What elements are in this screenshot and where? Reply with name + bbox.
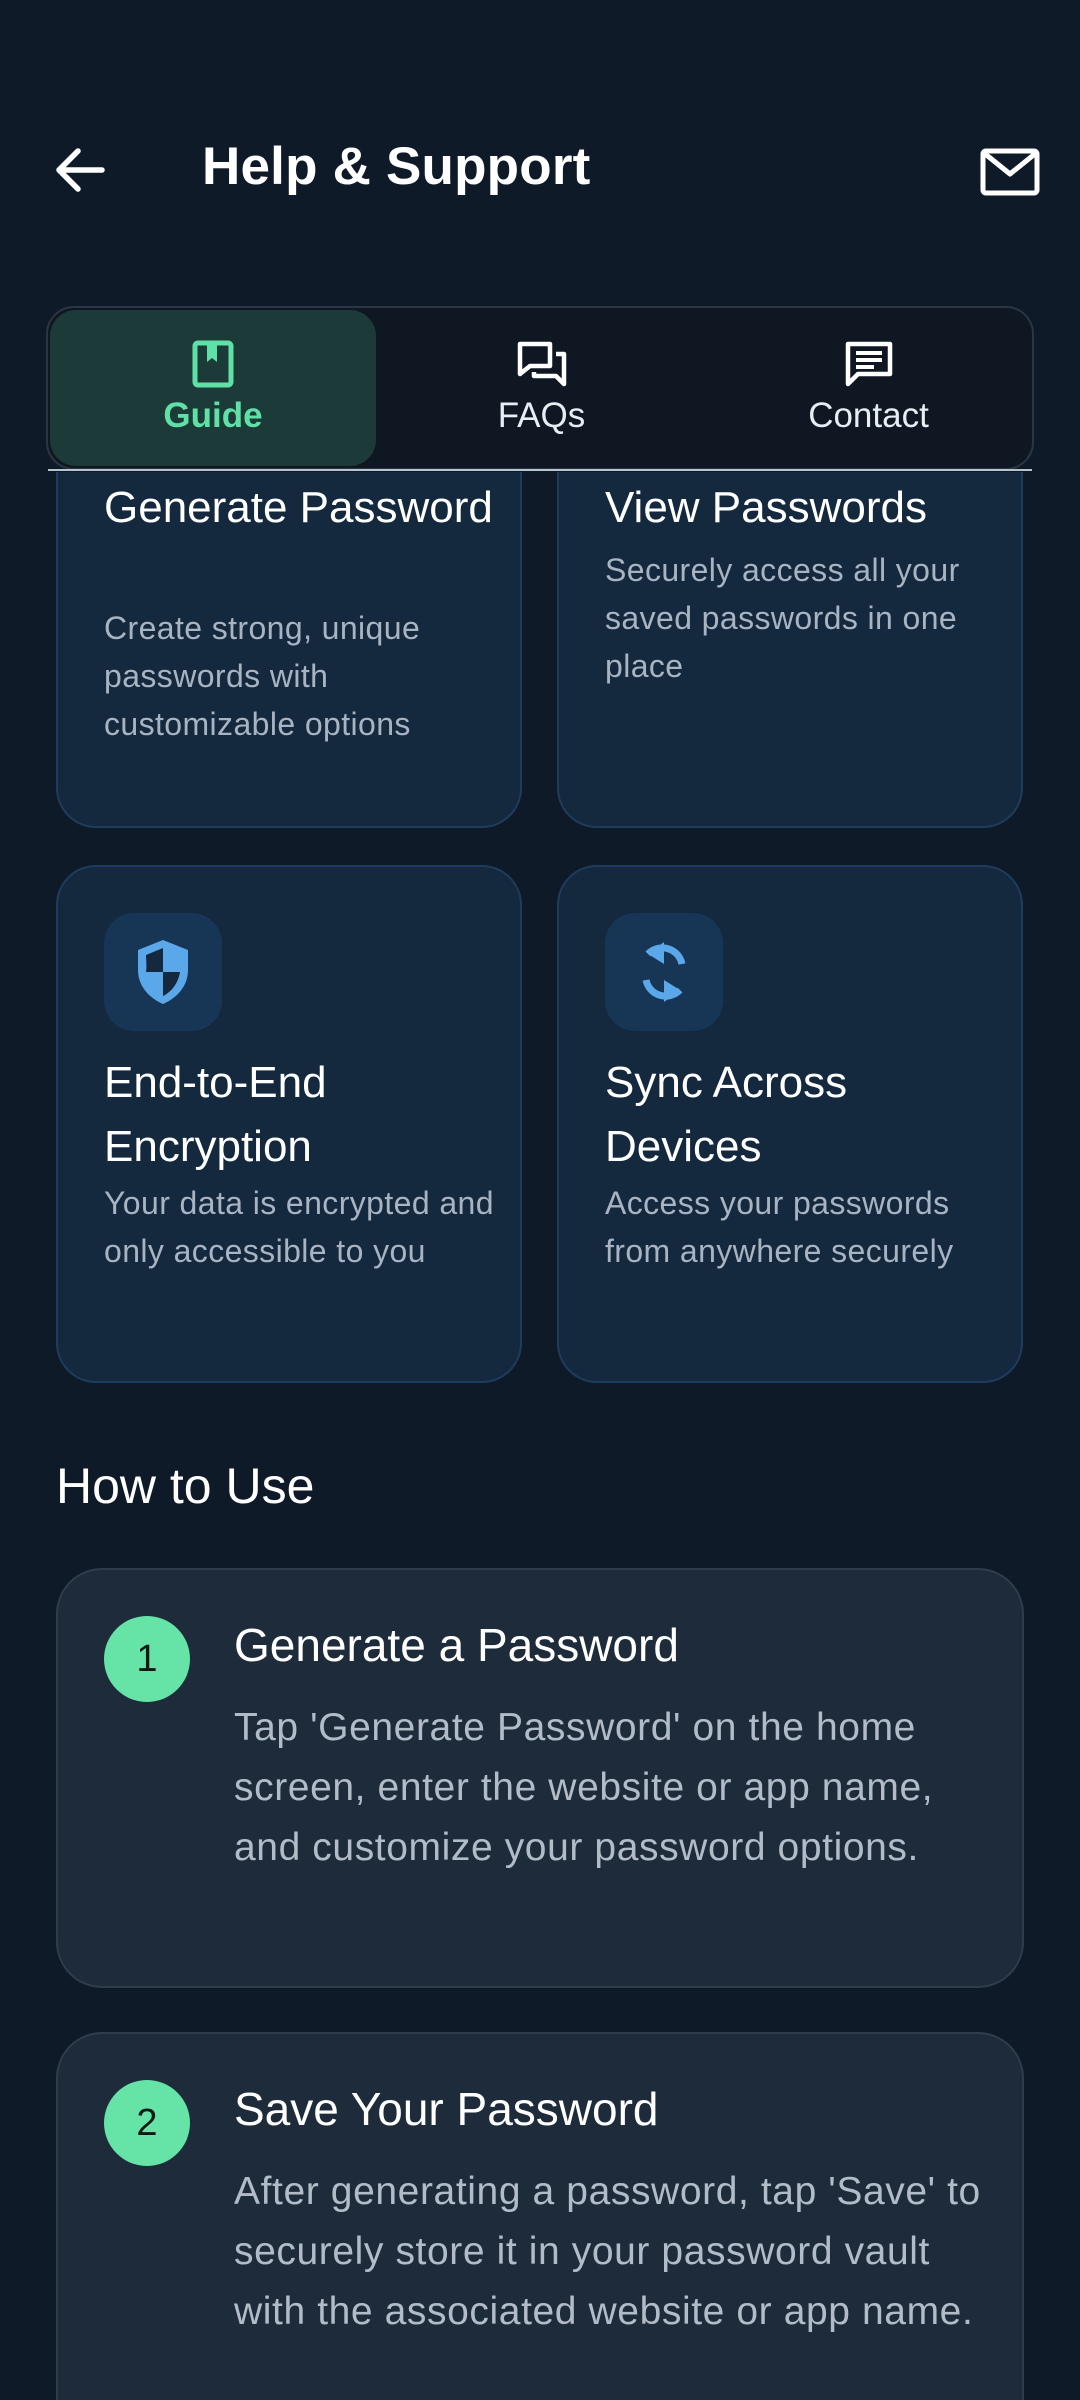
page-title: Help & Support <box>202 137 591 196</box>
step-card: 2 Save Your Password After generating a … <box>56 2032 1024 2400</box>
tab-contact[interactable]: Contact <box>705 308 1032 468</box>
step-description: After generating a password, tap 'Save' … <box>234 2170 981 2333</box>
arrow-left-icon <box>56 148 105 192</box>
feature-title: Sync Across Devices <box>605 1058 848 1171</box>
feature-description: Access your passwords from anywhere secu… <box>605 1185 954 1269</box>
app-header: Help & Support <box>0 0 1080 300</box>
tab-guide-label: Guide <box>163 396 263 435</box>
feature-icon-container <box>605 913 723 1031</box>
tab-contact-label: Contact <box>808 396 929 435</box>
step-card: 1 Generate a Password Tap 'Generate Pass… <box>56 1568 1024 1988</box>
help-support-screen: Help & Support Guide FAQs Contact Genera… <box>0 0 1080 2400</box>
shield-icon <box>138 940 188 1004</box>
sync-icon <box>642 942 686 1002</box>
mail-icon <box>980 148 1040 196</box>
step-description: Tap 'Generate Password' on the home scre… <box>234 1706 934 1869</box>
feature-title: End-to-End Encryption <box>104 1058 327 1171</box>
message-icon <box>845 341 892 387</box>
feature-card-sync[interactable]: Sync Across Devices Access your password… <box>557 865 1023 1383</box>
feature-card-generate[interactable]: Generate Password Create strong, unique … <box>56 472 522 828</box>
feature-icon-container <box>104 913 222 1031</box>
chat-bubbles-icon <box>517 341 566 387</box>
book-icon <box>192 340 234 388</box>
tab-divider <box>48 469 1032 471</box>
feature-description: Create strong, unique passwords with cus… <box>104 610 421 742</box>
feature-card-view[interactable]: View Passwords Securely access all your … <box>557 472 1023 828</box>
back-button[interactable] <box>40 130 120 210</box>
tab-faqs[interactable]: FAQs <box>378 308 705 468</box>
section-title-how-to-use: How to Use <box>56 1458 315 1514</box>
feature-card-encryption[interactable]: End-to-End Encryption Your data is encry… <box>56 865 522 1383</box>
step-number-badge: 2 <box>104 2080 190 2166</box>
step-number-badge: 1 <box>104 1616 190 1702</box>
feature-description: Securely access all your saved passwords… <box>605 552 960 684</box>
feature-title: Generate Password <box>104 483 493 532</box>
tab-guide[interactable]: Guide <box>50 310 376 466</box>
mail-button[interactable] <box>970 132 1050 212</box>
step-title: Generate a Password <box>234 1619 679 1671</box>
tab-bar: Guide FAQs Contact <box>46 306 1034 470</box>
step-title: Save Your Password <box>234 2083 659 2135</box>
tab-faqs-label: FAQs <box>497 396 586 435</box>
feature-title: View Passwords <box>605 483 927 532</box>
feature-description: Your data is encrypted and only accessib… <box>104 1185 494 1269</box>
guide-content[interactable]: Generate Password Create strong, unique … <box>0 472 1080 2400</box>
